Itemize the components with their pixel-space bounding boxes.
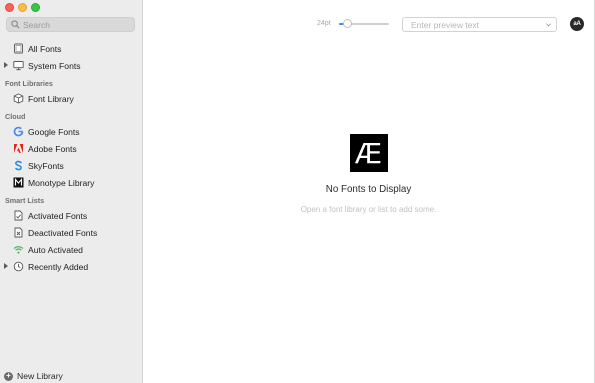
disclosure-triangle-icon[interactable] — [4, 263, 8, 269]
monotype-icon — [13, 177, 24, 188]
section-heading-cloud: Cloud — [5, 112, 26, 121]
sidebar-item-recently-added[interactable]: Recently Added — [0, 258, 143, 275]
preview-text-input[interactable] — [403, 18, 548, 31]
sidebar-item-label: Deactivated Fonts — [28, 227, 98, 238]
sidebar-item-label: Activated Fonts — [28, 210, 88, 221]
sidebar-item-monotype-library[interactable]: Monotype Library — [0, 174, 143, 191]
new-library-button[interactable]: + New Library — [4, 371, 63, 381]
sidebar-item-label: Google Fonts — [28, 126, 80, 137]
sidebar-item-font-library[interactable]: Font Library — [0, 90, 143, 107]
text-style-button[interactable]: aA — [570, 17, 584, 31]
preview-text-field[interactable] — [402, 17, 557, 32]
search-field[interactable] — [6, 17, 135, 32]
sidebar-item-label: Recently Added — [28, 261, 89, 272]
font-size-slider[interactable] — [339, 19, 389, 29]
sidebar-item-label: Auto Activated — [28, 244, 83, 255]
sidebar-item-activated-fonts[interactable]: Activated Fonts — [0, 207, 143, 224]
search-icon — [11, 20, 20, 29]
chevron-down-icon[interactable] — [545, 21, 552, 28]
sidebar-item-auto-activated[interactable]: Auto Activated — [0, 241, 143, 258]
minimize-window-button[interactable] — [18, 3, 27, 12]
sidebar-item-system-fonts[interactable]: System Fonts — [0, 57, 143, 74]
section-heading-smart-lists: Smart Lists — [5, 196, 45, 205]
cube-icon — [13, 93, 24, 104]
ae-logo-icon: Æ — [349, 134, 388, 172]
sidebar-nav: All Fonts System Fonts Font Libraries Fo… — [0, 40, 143, 275]
app-window: All Fonts System Fonts Font Libraries Fo… — [0, 0, 595, 383]
sidebar-item-label: System Fonts — [28, 60, 81, 71]
empty-state-title: No Fonts to Display — [325, 184, 412, 195]
window-controls — [5, 3, 40, 12]
sidebar-item-all-fonts[interactable]: All Fonts — [0, 40, 143, 57]
sidebar-item-google-fonts[interactable]: Google Fonts — [0, 123, 143, 140]
sidebar-item-adobe-fonts[interactable]: Adobe Fonts — [0, 140, 143, 157]
clock-icon — [13, 261, 24, 272]
disclosure-triangle-icon[interactable] — [4, 62, 8, 68]
font-size-label: 24pt — [317, 20, 331, 27]
sidebar-item-label: Adobe Fonts — [28, 143, 77, 154]
toolbar: 24pt aA — [143, 0, 594, 48]
deactivated-doc-icon — [13, 227, 24, 238]
sidebar-item-deactivated-fonts[interactable]: Deactivated Fonts — [0, 224, 143, 241]
skyfonts-icon — [13, 160, 24, 171]
search-input[interactable] — [23, 19, 123, 30]
plus-icon: + — [4, 371, 13, 381]
sidebar-item-label: Font Library — [28, 93, 74, 104]
wifi-icon — [13, 244, 24, 255]
google-icon — [13, 126, 24, 137]
sidebar-item-label: Monotype Library — [28, 177, 95, 188]
monitor-icon — [13, 60, 24, 71]
empty-state-subtitle: Open a font library or list to add some. — [300, 205, 437, 214]
all-fonts-icon — [13, 43, 24, 54]
slider-knob[interactable] — [343, 19, 352, 28]
sidebar-item-label: SkyFonts — [28, 160, 64, 171]
sidebar: All Fonts System Fonts Font Libraries Fo… — [0, 0, 143, 383]
sidebar-item-skyfonts[interactable]: SkyFonts — [0, 157, 143, 174]
section-heading-font-libraries: Font Libraries — [5, 79, 53, 88]
close-window-button[interactable] — [5, 3, 14, 12]
activated-doc-icon — [13, 210, 24, 221]
adobe-icon — [13, 143, 24, 154]
zoom-window-button[interactable] — [31, 3, 40, 12]
empty-state: Æ No Fonts to Display Open a font librar… — [143, 130, 594, 214]
new-library-label: New Library — [17, 371, 63, 381]
sidebar-item-label: All Fonts — [28, 43, 62, 54]
